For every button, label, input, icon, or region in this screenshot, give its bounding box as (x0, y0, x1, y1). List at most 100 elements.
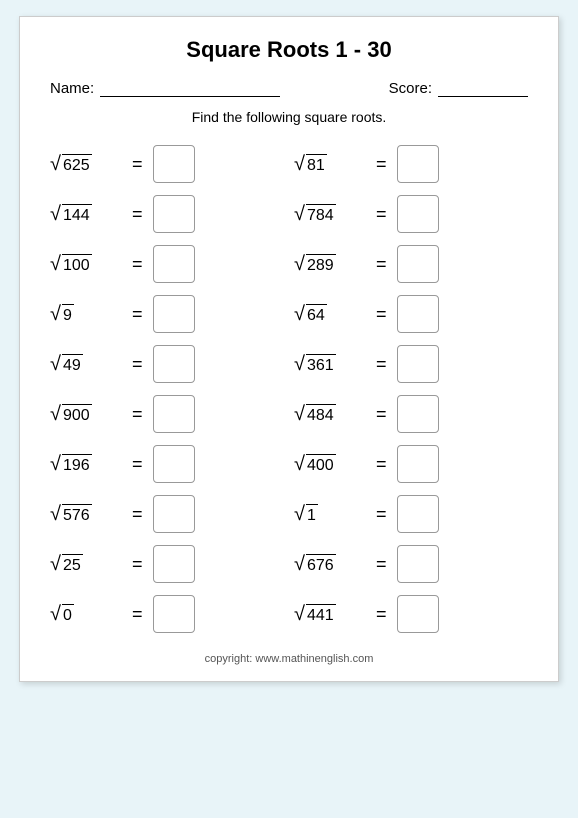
sqrt-symbol: √ (294, 204, 305, 224)
answer-box[interactable] (397, 145, 439, 183)
copyright-text: copyright: www.mathinenglish.com (50, 653, 528, 665)
answer-box[interactable] (397, 195, 439, 233)
sqrt-expression: √ 289 (294, 254, 366, 275)
sqrt-expression: √ 100 (50, 254, 122, 275)
sqrt-symbol: √ (294, 454, 305, 474)
radicand: 81 (306, 154, 327, 175)
answer-box[interactable] (397, 295, 439, 333)
sqrt-expression: √ 784 (294, 204, 366, 225)
name-field-group: Name: (50, 79, 280, 97)
sqrt-symbol: √ (50, 604, 61, 624)
equals-sign: = (376, 604, 387, 625)
problem-row: √ 81 = (294, 139, 528, 189)
radicand: 196 (62, 454, 92, 475)
score-underline[interactable] (438, 79, 528, 97)
problem-row: √ 676 = (294, 539, 528, 589)
answer-box[interactable] (397, 545, 439, 583)
name-underline[interactable] (100, 79, 280, 97)
answer-box[interactable] (153, 495, 195, 533)
sqrt-symbol: √ (294, 154, 305, 174)
radicand: 100 (62, 254, 92, 275)
radicand: 9 (62, 304, 74, 325)
radicand: 1 (306, 504, 318, 525)
problem-row: √ 0 = (50, 589, 284, 639)
equals-sign: = (376, 154, 387, 175)
sqrt-expression: √ 676 (294, 554, 366, 575)
answer-box[interactable] (153, 245, 195, 283)
radicand: 49 (62, 354, 83, 375)
sqrt-symbol: √ (294, 354, 305, 374)
sqrt-symbol: √ (294, 554, 305, 574)
answer-box[interactable] (397, 495, 439, 533)
answer-box[interactable] (153, 545, 195, 583)
instructions-text: Find the following square roots. (50, 109, 528, 125)
equals-sign: = (132, 254, 143, 275)
sqrt-symbol: √ (294, 604, 305, 624)
sqrt-symbol: √ (50, 204, 61, 224)
answer-box[interactable] (397, 395, 439, 433)
problem-row: √ 1 = (294, 489, 528, 539)
problem-row: √ 441 = (294, 589, 528, 639)
problem-row: √ 144 = (50, 189, 284, 239)
name-score-row: Name: Score: (50, 79, 528, 97)
sqrt-expression: √ 49 (50, 354, 122, 375)
answer-box[interactable] (153, 445, 195, 483)
problem-row: √ 64 = (294, 289, 528, 339)
equals-sign: = (376, 554, 387, 575)
sqrt-symbol: √ (50, 554, 61, 574)
answer-box[interactable] (153, 395, 195, 433)
sqrt-expression: √ 25 (50, 554, 122, 575)
sqrt-symbol: √ (294, 404, 305, 424)
problem-row: √ 900 = (50, 389, 284, 439)
sqrt-expression: √ 144 (50, 204, 122, 225)
problem-row: √ 576 = (50, 489, 284, 539)
problem-row: √ 49 = (50, 339, 284, 389)
sqrt-symbol: √ (50, 304, 61, 324)
problem-row: √ 625 = (50, 139, 284, 189)
sqrt-symbol: √ (50, 254, 61, 274)
answer-box[interactable] (153, 345, 195, 383)
answer-box[interactable] (153, 195, 195, 233)
problem-row: √ 484 = (294, 389, 528, 439)
radicand: 289 (306, 254, 336, 275)
answer-box[interactable] (397, 345, 439, 383)
equals-sign: = (376, 454, 387, 475)
equals-sign: = (132, 554, 143, 575)
sqrt-symbol: √ (50, 454, 61, 474)
sqrt-symbol: √ (50, 354, 61, 374)
radicand: 625 (62, 154, 92, 175)
radicand: 361 (306, 354, 336, 375)
radicand: 400 (306, 454, 336, 475)
sqrt-expression: √ 576 (50, 504, 122, 525)
equals-sign: = (132, 304, 143, 325)
answer-box[interactable] (153, 595, 195, 633)
problem-row: √ 100 = (50, 239, 284, 289)
sqrt-symbol: √ (50, 404, 61, 424)
problem-row: √ 25 = (50, 539, 284, 589)
answer-box[interactable] (397, 595, 439, 633)
answer-box[interactable] (153, 295, 195, 333)
sqrt-expression: √ 0 (50, 604, 122, 625)
sqrt-expression: √ 196 (50, 454, 122, 475)
equals-sign: = (376, 254, 387, 275)
equals-sign: = (376, 354, 387, 375)
sqrt-expression: √ 64 (294, 304, 366, 325)
sqrt-symbol: √ (50, 154, 61, 174)
sqrt-expression: √ 441 (294, 604, 366, 625)
sqrt-symbol: √ (294, 504, 305, 524)
equals-sign: = (132, 354, 143, 375)
equals-sign: = (132, 454, 143, 475)
radicand: 784 (306, 204, 336, 225)
problem-row: √ 289 = (294, 239, 528, 289)
answer-box[interactable] (397, 445, 439, 483)
radicand: 25 (62, 554, 83, 575)
worksheet-page: Square Roots 1 - 30 Name: Score: Find th… (19, 16, 559, 682)
sqrt-symbol: √ (294, 304, 305, 324)
problem-row: √ 196 = (50, 439, 284, 489)
answer-box[interactable] (153, 145, 195, 183)
equals-sign: = (376, 304, 387, 325)
equals-sign: = (132, 604, 143, 625)
equals-sign: = (376, 404, 387, 425)
score-label: Score: (389, 80, 432, 97)
answer-box[interactable] (397, 245, 439, 283)
